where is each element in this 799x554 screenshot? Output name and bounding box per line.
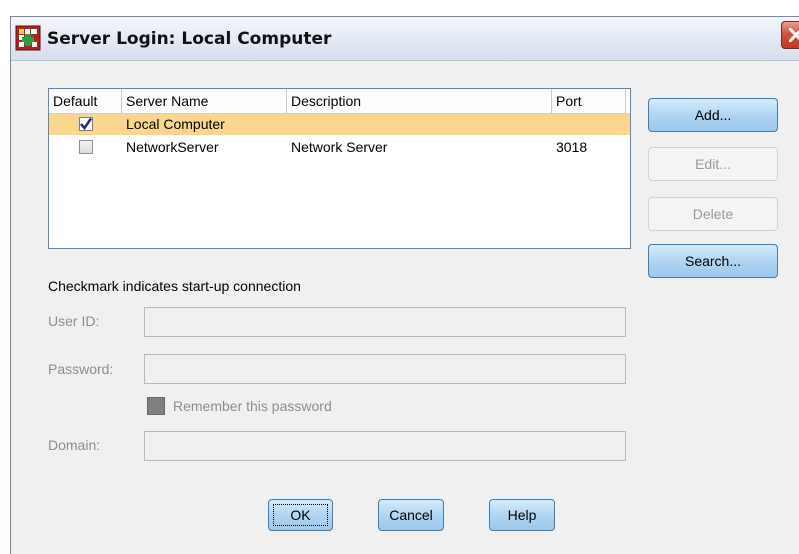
default-checkbox[interactable]	[79, 117, 93, 131]
ok-button[interactable]: OK	[268, 499, 333, 531]
close-button[interactable]	[781, 21, 799, 49]
column-header-server-name[interactable]: Server Name	[122, 89, 287, 113]
password-field[interactable]	[144, 354, 626, 384]
server-login-dialog: Server Login: Local Computer Default Ser…	[10, 16, 799, 554]
dialog-title: Server Login: Local Computer	[47, 29, 332, 49]
table-row-local-computer[interactable]: Local Computer	[49, 114, 630, 135]
table-row-networkserver[interactable]: NetworkServer Network Server 3018	[49, 137, 630, 158]
search-button[interactable]: Search...	[648, 244, 778, 278]
column-header-description[interactable]: Description	[287, 89, 552, 113]
title-bar[interactable]: Server Login: Local Computer	[11, 17, 799, 61]
port-cell: 3018	[556, 139, 588, 155]
column-header-port[interactable]: Port	[552, 89, 626, 113]
domain-label: Domain:	[48, 437, 101, 453]
list-header: Default Server Name Description Port	[49, 89, 630, 114]
cancel-button[interactable]: Cancel	[378, 499, 444, 531]
description-cell: Network Server	[291, 139, 388, 155]
server-name-cell: NetworkServer	[126, 139, 219, 155]
column-header-default[interactable]: Default	[49, 89, 122, 113]
ok-button-label: OK	[273, 504, 328, 526]
startup-hint: Checkmark indicates start-up connection	[48, 278, 301, 294]
remember-password-checkbox[interactable]	[147, 397, 165, 415]
help-button[interactable]: Help	[489, 499, 555, 531]
checkmark-icon	[80, 117, 93, 131]
server-name-cell: Local Computer	[126, 116, 225, 132]
edit-button[interactable]: Edit...	[648, 147, 778, 181]
user-id-field[interactable]	[144, 307, 626, 337]
server-list[interactable]: Default Server Name Description Port Loc…	[48, 88, 631, 249]
app-icon	[15, 25, 41, 51]
add-button[interactable]: Add...	[648, 98, 778, 132]
user-id-label: User ID:	[48, 313, 100, 329]
password-label: Password:	[48, 361, 114, 377]
domain-field[interactable]	[144, 431, 626, 461]
delete-button[interactable]: Delete	[648, 197, 778, 231]
close-icon	[789, 28, 799, 42]
default-checkbox[interactable]	[79, 140, 93, 154]
remember-password-label: Remember this password	[173, 398, 332, 414]
